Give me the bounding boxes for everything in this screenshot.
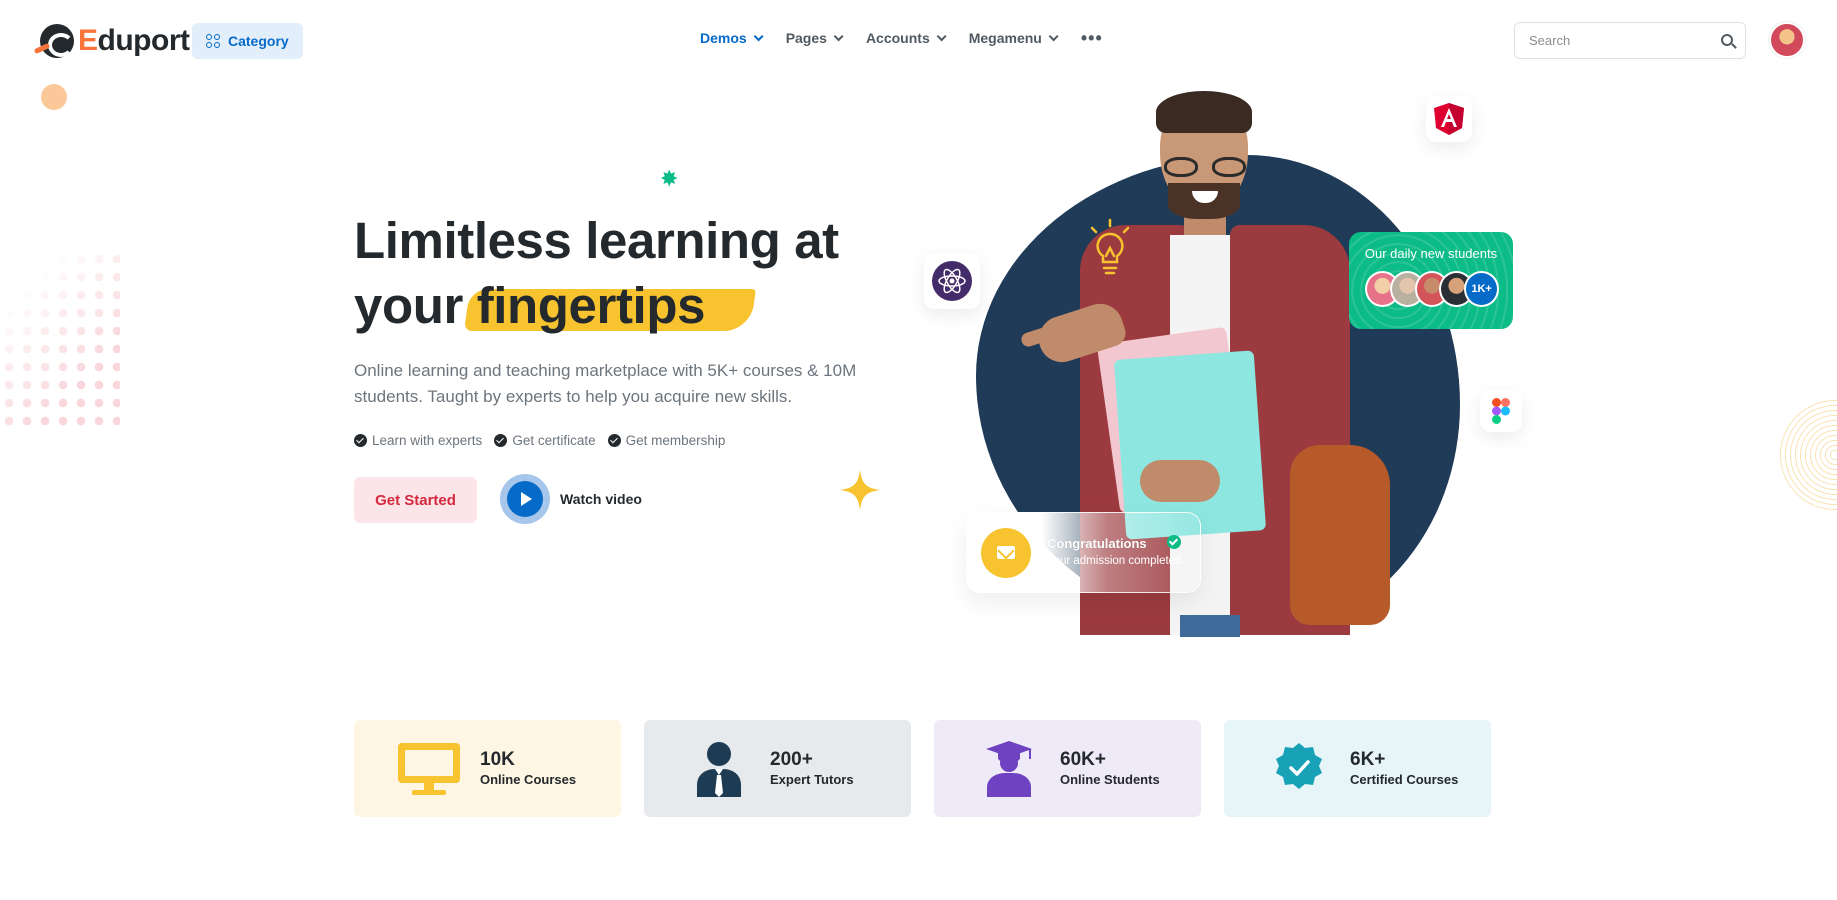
stat-card-courses: 10K Online Courses <box>354 720 621 817</box>
stat-value: 60K+ <box>1060 748 1106 770</box>
feature-item: Get membership <box>607 433 726 448</box>
stat-card-tutors: 200+ Expert Tutors <box>644 720 911 817</box>
stat-label: Online Students <box>1060 771 1160 787</box>
eduport-logo[interactable]: Eduport <box>40 24 190 58</box>
hero-title: Limitless learning at your fingertips <box>354 208 914 338</box>
play-icon[interactable] <box>500 474 550 524</box>
category-grid-icon <box>206 34 220 48</box>
logo-text-rest: duport <box>97 24 190 57</box>
lightbulb-icon <box>1090 218 1130 275</box>
watch-video-link[interactable]: Watch video <box>500 474 642 524</box>
site-header: Eduport Category Demos Pages Accounts Me… <box>0 0 1837 80</box>
decorative-circle <box>41 84 67 110</box>
check-circle-icon <box>1167 535 1181 549</box>
check-badge-icon <box>494 434 508 447</box>
nav-demos-label: Demos <box>700 30 747 46</box>
logo-icon <box>40 24 74 58</box>
angular-icon <box>1434 103 1464 135</box>
feature-label: Get certificate <box>512 433 596 448</box>
nav-pages[interactable]: Pages <box>785 30 844 46</box>
category-label: Category <box>228 33 289 49</box>
category-button[interactable]: Category <box>192 23 303 59</box>
feature-item: Learn with experts <box>354 433 482 448</box>
atom-icon <box>932 261 972 301</box>
stat-card-certified: 6K+ Certified Courses <box>1224 720 1491 817</box>
logo-text-accent: E <box>78 24 98 57</box>
search-icon[interactable] <box>1721 34 1733 46</box>
stat-card-students: 60K+ Online Students <box>934 720 1201 817</box>
stat-label: Expert Tutors <box>770 771 854 787</box>
feature-label: Get membership <box>625 433 726 448</box>
stat-value: 6K+ <box>1350 748 1386 770</box>
congrats-subtitle: Your admission completed <box>1047 555 1182 567</box>
main-nav: Demos Pages Accounts Megamenu ••• <box>700 28 1103 48</box>
nav-megamenu[interactable]: Megamenu <box>968 30 1059 46</box>
hero-title-highlight: fingertips <box>476 277 706 334</box>
stat-value: 200+ <box>770 748 813 770</box>
user-avatar[interactable] <box>1769 22 1805 58</box>
check-badge-icon <box>354 434 367 447</box>
feature-label: Learn with experts <box>372 433 483 448</box>
mail-icon <box>981 528 1031 578</box>
figma-app-tile <box>1480 390 1522 432</box>
check-badge-icon <box>607 434 621 447</box>
nav-accounts-label: Accounts <box>865 30 930 46</box>
feature-list: Learn with experts Get certificate Get m… <box>354 433 725 448</box>
nav-more[interactable]: ••• <box>1080 28 1103 48</box>
logo-text: Eduport <box>78 24 190 58</box>
graduate-icon <box>986 740 1032 797</box>
hero-description: Online learning and teaching marketplace… <box>354 361 857 406</box>
nav-demos[interactable]: Demos <box>700 30 764 46</box>
nav-pages-label: Pages <box>785 30 827 46</box>
get-started-button[interactable]: Get Started <box>354 477 477 523</box>
monitor-icon <box>398 742 460 795</box>
admission-congrats-card: Congratulations Your admission completed <box>966 512 1201 593</box>
search-input[interactable] <box>1529 33 1719 48</box>
angular-app-tile <box>1426 96 1472 142</box>
stat-label: Certified Courses <box>1350 771 1459 787</box>
hero-title-line2-prefix: your <box>354 277 463 334</box>
ellipsis-icon: ••• <box>1080 28 1103 48</box>
stat-label: Online Courses <box>480 771 577 787</box>
feature-item: Get certificate <box>494 433 596 448</box>
chevron-down-icon <box>753 30 764 41</box>
nav-megamenu-label: Megamenu <box>968 30 1042 46</box>
tutor-icon <box>697 741 741 797</box>
decorative-star-icon: ✸ <box>660 166 679 191</box>
atom-app-tile <box>924 253 980 309</box>
figma-icon <box>1492 398 1510 424</box>
stat-value: 10K <box>480 748 515 770</box>
congrats-title: Congratulations <box>1047 536 1147 551</box>
watch-video-label: Watch video <box>560 491 642 507</box>
hero-title-line1: Limitless learning at <box>354 212 839 269</box>
certificate-badge-icon <box>1276 742 1322 789</box>
nav-accounts[interactable]: Accounts <box>865 30 947 46</box>
daily-students-card: Our daily new students 1K+ <box>1349 232 1513 329</box>
student-avatar-group: 1K+ <box>1365 271 1499 307</box>
stats-row: 10K Online Courses 200+ Expert Tutors 60… <box>354 720 1491 817</box>
student-count-badge: 1K+ <box>1464 271 1499 307</box>
chevron-down-icon <box>1048 30 1059 41</box>
chevron-down-icon <box>833 30 844 41</box>
decorative-swirl <box>1780 400 1837 510</box>
chevron-down-icon <box>936 30 947 41</box>
daily-students-title: Our daily new students <box>1364 246 1498 261</box>
sparkle-icon <box>840 470 880 510</box>
decorative-dot-pattern <box>0 250 120 430</box>
search-box <box>1514 22 1746 59</box>
